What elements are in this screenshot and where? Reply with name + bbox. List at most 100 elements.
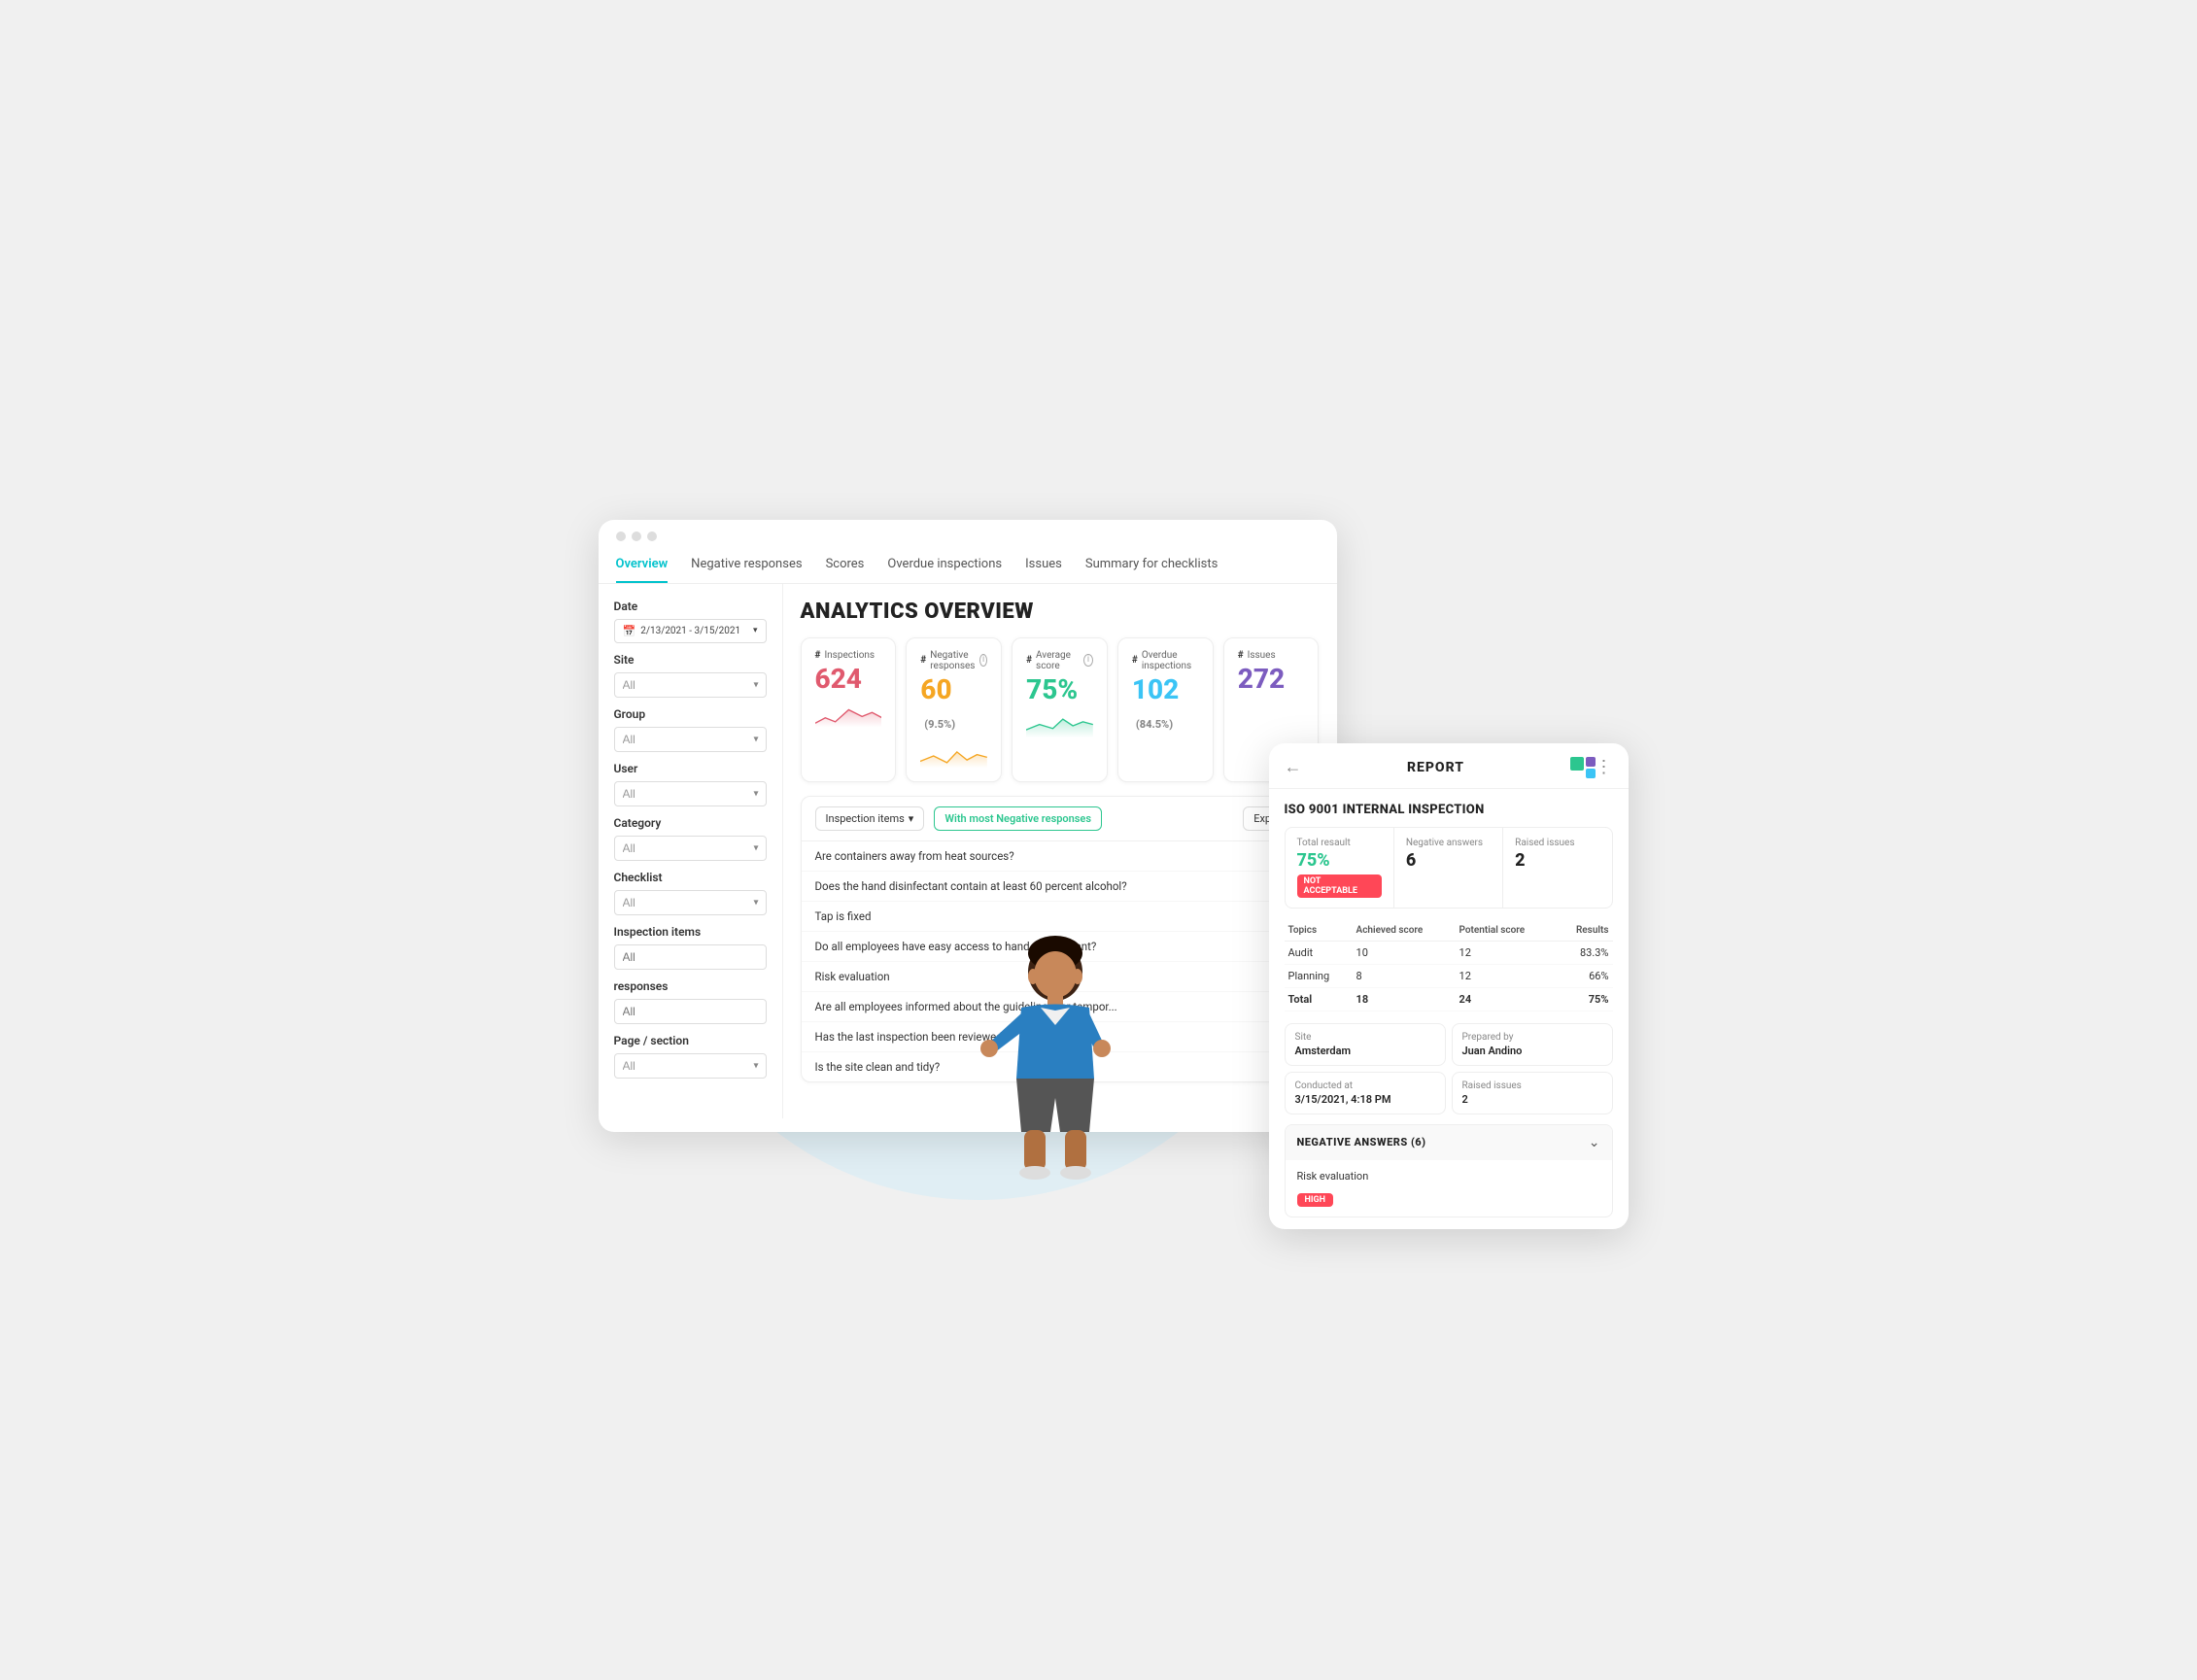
- sidebar: Date 📅 2/13/2021 - 3/15/2021 ▾ Site All …: [599, 584, 783, 1118]
- filter-inspection-items-btn[interactable]: Inspection items ▾: [815, 806, 925, 831]
- report-title: REPORT: [1302, 760, 1570, 775]
- date-label: Date: [614, 600, 767, 613]
- raised-issues-info-label: Raised issues: [1462, 1080, 1602, 1091]
- analytics-title: ANALYTICS OVERVIEW: [801, 600, 1320, 624]
- risk-badge: HIGH: [1297, 1193, 1333, 1207]
- page-section-label: Page / section: [614, 1034, 767, 1047]
- logo-green-sq: [1570, 757, 1584, 771]
- site-label: Site: [614, 653, 767, 667]
- total-result-label: Total resault: [1297, 838, 1382, 848]
- raised-issues-value: 2: [1515, 850, 1599, 871]
- checklist-select[interactable]: All: [614, 890, 767, 915]
- negative-answers-label: Negative answers: [1406, 838, 1491, 848]
- table-row: Are containers away from heat sources? 1: [802, 841, 1319, 872]
- topics-row-planning: Planning 8 12 66%: [1285, 964, 1613, 987]
- logo-purple-sq: [1586, 757, 1596, 767]
- negative-answers-body: Risk evaluation HIGH: [1286, 1160, 1612, 1217]
- topics-row-total: Total 18 24 75%: [1285, 987, 1613, 1011]
- negative-answers-value: 6: [1406, 850, 1491, 871]
- conducted-at-value: 3/15/2021, 4:18 PM: [1295, 1093, 1435, 1106]
- audit-achieved: 10: [1353, 941, 1456, 964]
- total-potential: 24: [1456, 987, 1558, 1011]
- raised-issues-info: Raised issues 2: [1452, 1072, 1613, 1114]
- site-info: Site Amsterdam: [1285, 1023, 1446, 1066]
- tab-overview[interactable]: Overview: [616, 547, 669, 583]
- dropdown-icon: ▾: [909, 812, 914, 825]
- tab-summary-checklists[interactable]: Summary for checklists: [1085, 547, 1218, 583]
- total-achieved: 18: [1353, 987, 1456, 1011]
- overdue-label: # Overdue inspections: [1132, 650, 1199, 671]
- chevron-icon: ▾: [753, 626, 758, 635]
- average-info-icon: i: [1083, 654, 1093, 667]
- site-select[interactable]: All: [614, 672, 767, 698]
- prepared-by-label: Prepared by: [1462, 1032, 1602, 1043]
- window-top-bar: [599, 520, 1337, 541]
- audit-result: 83.3%: [1557, 941, 1612, 964]
- user-select[interactable]: All: [614, 781, 767, 806]
- prepared-by-info: Prepared by Juan Andino: [1452, 1023, 1613, 1066]
- logo-blue-sq: [1586, 769, 1596, 778]
- report-stats-row: Total resault 75% NOT ACCEPTABLE Negativ…: [1285, 827, 1613, 909]
- tab-negative-responses[interactable]: Negative responses: [691, 547, 802, 583]
- negative-sparkline: [920, 738, 987, 773]
- tab-issues[interactable]: Issues: [1025, 547, 1062, 583]
- issues-label: # Issues: [1238, 650, 1305, 661]
- negative-answers-header[interactable]: NEGATIVE ANSWERS (6) ⌄: [1286, 1125, 1612, 1160]
- category-select[interactable]: All: [614, 836, 767, 861]
- total-result-value: 75%: [1297, 850, 1382, 871]
- inspection-items-label: Inspection items: [614, 925, 767, 939]
- group-select-wrap: All ▾: [614, 727, 767, 752]
- group-label: Group: [614, 707, 767, 721]
- inspections-value: 624: [815, 665, 882, 695]
- responses-input[interactable]: [614, 999, 767, 1024]
- achieved-col-header: Achieved score: [1353, 920, 1456, 942]
- risk-item-label: Risk evaluation: [1297, 1170, 1600, 1183]
- overdue-value: 102 (84.5%): [1132, 675, 1199, 736]
- planning-potential: 12: [1456, 964, 1558, 987]
- planning-achieved: 8: [1353, 964, 1456, 987]
- sort-most-negative-btn[interactable]: With most Negative responses: [934, 806, 1102, 831]
- report-info-grid: Site Amsterdam Prepared by Juan Andino C…: [1285, 1023, 1613, 1114]
- inspections-sparkline: [815, 698, 882, 733]
- inspections-label: # Inspections: [815, 650, 882, 661]
- results-col-header: Results: [1557, 920, 1612, 942]
- issues-value: 272: [1238, 665, 1305, 695]
- inspection-items-input[interactable]: [614, 944, 767, 970]
- date-input[interactable]: 📅 2/13/2021 - 3/15/2021 ▾: [614, 619, 767, 643]
- planning-result: 66%: [1557, 964, 1612, 987]
- raised-issues-label: Raised issues: [1515, 838, 1599, 848]
- main-window: Overview Negative responses Scores Overd…: [599, 520, 1337, 1132]
- responses-label: responses: [614, 979, 767, 993]
- negative-label: # Negative responses i: [920, 650, 987, 671]
- user-label: User: [614, 762, 767, 775]
- back-button[interactable]: ←: [1285, 757, 1302, 777]
- total-result-stat: Total resault 75% NOT ACCEPTABLE: [1286, 828, 1394, 908]
- negative-info-icon: i: [979, 654, 987, 667]
- checklist-label: Checklist: [614, 871, 767, 884]
- window-dot-3: [647, 531, 657, 541]
- tab-scores[interactable]: Scores: [826, 547, 865, 583]
- page-section-select-wrap: All ▾: [614, 1053, 767, 1079]
- report-header: ← REPORT ⋮: [1269, 743, 1629, 789]
- page-section-select[interactable]: All: [614, 1053, 767, 1079]
- site-info-value: Amsterdam: [1295, 1045, 1435, 1057]
- window-dot-2: [632, 531, 641, 541]
- audit-potential: 12: [1456, 941, 1558, 964]
- topics-col-header: Topics: [1285, 920, 1353, 942]
- stat-card-inspections: # Inspections 624: [801, 637, 897, 783]
- total-topic: Total: [1285, 987, 1353, 1011]
- average-value: 75%: [1026, 675, 1093, 705]
- raised-issues-stat: Raised issues 2: [1503, 828, 1611, 908]
- report-logo: [1570, 757, 1596, 778]
- audit-topic: Audit: [1285, 941, 1353, 964]
- category-select-wrap: All ▾: [614, 836, 767, 861]
- site-select-wrap: All ▾: [614, 672, 767, 698]
- tab-overdue-inspections[interactable]: Overdue inspections: [887, 547, 1002, 583]
- potential-col-header: Potential score: [1456, 920, 1558, 942]
- report-body: ISO 9001 INTERNAL INSPECTION Total resau…: [1269, 789, 1629, 1217]
- stat-card-negative: # Negative responses i 60 (9.5%): [906, 637, 1002, 783]
- more-menu-button[interactable]: ⋮: [1596, 757, 1613, 777]
- nav-tabs: Overview Negative responses Scores Overd…: [599, 547, 1337, 584]
- group-select[interactable]: All: [614, 727, 767, 752]
- negative-answers-chevron: ⌄: [1589, 1135, 1600, 1150]
